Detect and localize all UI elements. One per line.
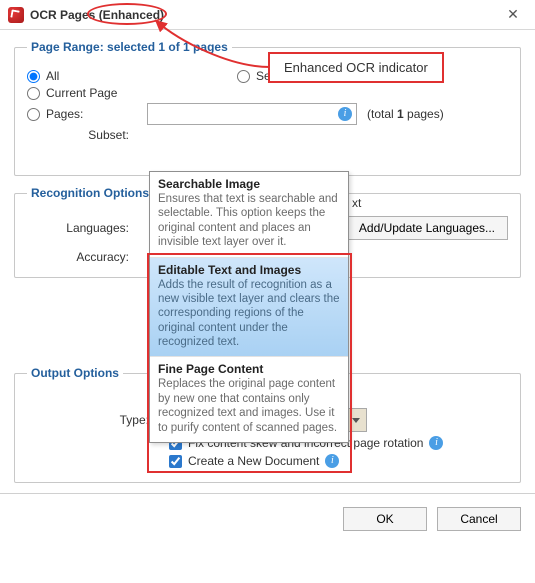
radio-pages[interactable]: Pages: [27, 107, 147, 121]
dropdown-item-fine[interactable]: Fine Page Content Replaces the original … [150, 357, 348, 442]
dropdown-item-desc: Adds the result of recognition as a new … [158, 278, 340, 350]
dropdown-item-title: Editable Text and Images [158, 263, 340, 277]
output-legend: Output Options [27, 366, 123, 380]
radio-all-label: All [46, 69, 59, 83]
accuracy-label: Accuracy: [27, 250, 137, 264]
dialog-footer: OK Cancel [0, 493, 535, 543]
languages-label: Languages: [27, 221, 137, 235]
close-button[interactable]: ✕ [499, 6, 527, 23]
page-range-group: Page Range: selected 1 of 1 pages All Se… [14, 40, 521, 176]
dropdown-item-editable[interactable]: Editable Text and Images Adds the result… [150, 258, 348, 358]
total-pages-text: (total 1 pages) [367, 107, 444, 121]
window-title: OCR Pages (Enhanced) [30, 8, 164, 22]
info-icon: i [344, 69, 358, 83]
dropdown-item-desc: Replaces the original page content by ne… [158, 377, 340, 435]
page-range-legend: Page Range: selected 1 of 1 pages [27, 40, 232, 54]
dropdown-item-title: Fine Page Content [158, 362, 340, 376]
type-dropdown: Searchable Image Ensures that text is se… [149, 171, 349, 443]
chk-new-doc[interactable] [169, 455, 182, 468]
chk-new-doc-label: Create a New Document [188, 454, 319, 468]
cancel-button[interactable]: Cancel [437, 507, 521, 531]
subset-label: Subset: [27, 128, 137, 142]
recognition-legend: Recognition Options [27, 186, 153, 200]
behind-text-fragment: xt [352, 196, 361, 210]
radio-all[interactable]: All [27, 69, 59, 83]
title-bar: OCR Pages (Enhanced) ✕ [0, 0, 535, 30]
info-icon: i [325, 454, 339, 468]
dropdown-item-desc: Ensures that text is searchable and sele… [158, 192, 340, 250]
ok-button[interactable]: OK [343, 507, 427, 531]
radio-selected-pages[interactable]: Selected Pages i [237, 69, 358, 83]
radio-selected-label: Selected Pages [256, 69, 340, 83]
radio-current-page[interactable]: Current Page [27, 86, 117, 100]
dropdown-item-title: Searchable Image [158, 177, 340, 191]
info-icon: i [338, 107, 352, 121]
dropdown-item-searchable[interactable]: Searchable Image Ensures that text is se… [150, 172, 348, 258]
radio-current-label: Current Page [46, 86, 117, 100]
radio-pages-label: Pages: [46, 107, 83, 121]
info-icon: i [429, 436, 443, 450]
pages-input[interactable]: i [147, 103, 357, 125]
type-label: Type: [27, 413, 157, 427]
add-languages-button[interactable]: Add/Update Languages... [346, 216, 508, 240]
app-icon [8, 7, 24, 23]
